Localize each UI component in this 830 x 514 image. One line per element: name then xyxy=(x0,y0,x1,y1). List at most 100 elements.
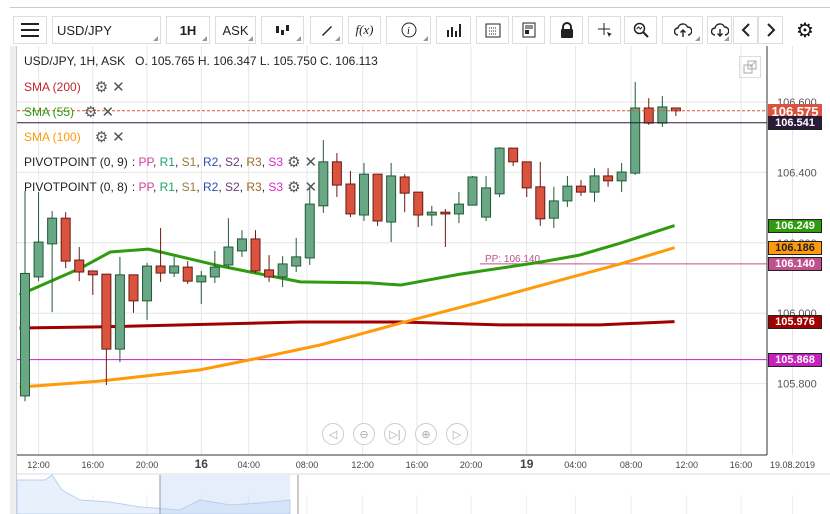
gear-icon[interactable]: ⚙ xyxy=(287,178,300,196)
candle-body xyxy=(196,275,207,283)
legend-sma100: SMA (100) ⚙ ✕ xyxy=(24,128,125,146)
candle-body xyxy=(399,176,410,194)
candle-body xyxy=(318,161,329,207)
pivot-item-s3: S3 xyxy=(268,155,284,169)
candle-body xyxy=(413,191,424,216)
gear-icon[interactable]: ⚙ xyxy=(84,103,97,121)
candle-body xyxy=(630,107,641,174)
time-tick-label: 19.08.2019 xyxy=(770,460,815,470)
candle-body xyxy=(169,265,180,274)
candle-body xyxy=(331,161,342,186)
time-tick-label: 12:00 xyxy=(27,460,50,470)
pivot-item-r1: R1 xyxy=(159,155,175,169)
pivot-item-r3: R3 xyxy=(246,180,262,194)
sma100-label: SMA (100) xyxy=(24,130,81,144)
sma55-label: SMA (55) xyxy=(24,105,75,119)
pivot-item-r1: R1 xyxy=(159,180,175,194)
candle-body xyxy=(87,270,98,276)
close-icon[interactable]: ✕ xyxy=(112,78,125,96)
candle-body xyxy=(386,175,397,223)
legend-symbol: USD/JPY, 1H, ASK xyxy=(24,54,126,68)
legend-pivot8: PIVOTPOINT (0, 8) : PP, R1, S1, R2, S2, … xyxy=(24,178,317,196)
price-tick-label: 106.400 xyxy=(777,167,817,179)
candle-body xyxy=(616,171,627,182)
zoom-out-button[interactable]: ⊖ xyxy=(353,423,375,445)
gear-icon[interactable]: ⚙ xyxy=(95,78,108,96)
legend-sma55: SMA (55) ⚙ ✕ xyxy=(24,103,114,121)
time-tick-label: 16:00 xyxy=(82,460,105,470)
candle-body xyxy=(426,211,437,216)
candle-body xyxy=(345,183,356,215)
candle-body xyxy=(209,266,220,278)
time-tick-label: 20:00 xyxy=(460,460,483,470)
candle-body xyxy=(74,259,85,273)
triangle-left-icon: ◁ xyxy=(328,428,338,441)
candle-body xyxy=(467,176,478,206)
candle-body xyxy=(603,175,614,182)
candle-body xyxy=(440,211,451,215)
zoom-out-icon: ⊖ xyxy=(359,428,369,441)
candle-body xyxy=(535,186,546,220)
time-tick-label: 20:00 xyxy=(136,460,159,470)
pivot-item-r3: R3 xyxy=(246,155,262,169)
candle-body xyxy=(508,147,519,163)
candle-body xyxy=(182,266,193,282)
time-tick-label: 04:00 xyxy=(564,460,587,470)
candle-body xyxy=(47,217,58,245)
pivot8-label: PIVOTPOINT (0, 8) xyxy=(24,180,128,194)
price-axis-label: 106.186 xyxy=(768,240,822,255)
time-tick-label: 16:00 xyxy=(730,460,753,470)
time-tick-label: 16 xyxy=(195,457,209,471)
time-tick-label: 16:00 xyxy=(406,460,429,470)
pan-left-button[interactable]: ◁ xyxy=(322,423,344,445)
price-axis-label: 106.541 xyxy=(768,115,822,130)
candle-body xyxy=(236,238,247,252)
pivot-item-s1: S1 xyxy=(181,180,197,194)
pivot-item-s2: S2 xyxy=(225,180,240,194)
candle-body xyxy=(589,175,600,193)
navigator-window xyxy=(160,475,290,514)
popout-button[interactable] xyxy=(739,56,761,78)
pivot-item-s2: S2 xyxy=(225,155,240,169)
pivot-item-pp: PP xyxy=(138,155,153,169)
zoom-in-button[interactable]: ⊕ xyxy=(415,423,437,445)
pivot-items: : PP, R1, S1, R2, S2, R3, S3 xyxy=(131,180,284,194)
pivot-item-s1: S1 xyxy=(181,155,197,169)
pan-right-button[interactable]: ▷ xyxy=(446,423,468,445)
close-icon[interactable]: ✕ xyxy=(305,153,318,171)
candle-body xyxy=(142,265,153,302)
price-tick-label: 105.800 xyxy=(777,379,817,391)
candle-body xyxy=(20,272,30,397)
legend-ohlc: O. 105.765 H. 106.347 L. 105.750 C. 106.… xyxy=(135,54,378,68)
close-icon[interactable]: ✕ xyxy=(305,178,318,196)
close-icon[interactable]: ✕ xyxy=(112,128,125,146)
candle-body xyxy=(548,200,559,219)
candle-body xyxy=(155,265,166,274)
gear-icon[interactable]: ⚙ xyxy=(95,128,108,146)
price-axis-label: 106.249 xyxy=(768,218,822,233)
legend-header: USD/JPY, 1H, ASK O. 105.765 H. 106.347 L.… xyxy=(24,54,378,68)
candle-body xyxy=(562,185,573,202)
candle-body xyxy=(657,106,668,124)
candle-body xyxy=(494,147,505,195)
zoom-in-icon: ⊕ xyxy=(421,428,431,441)
candle-body xyxy=(359,173,369,216)
candle-body xyxy=(264,269,275,278)
reset-button[interactable]: ▷| xyxy=(384,423,406,445)
candle-body xyxy=(521,161,532,189)
pivot-items: : PP, R1, S1, R2, S2, R3, S3 xyxy=(131,155,284,169)
time-tick-label: 08:00 xyxy=(296,460,319,470)
time-tick-label: 08:00 xyxy=(620,460,643,470)
pivot-item-s3: S3 xyxy=(268,180,284,194)
sma200-label: SMA (200) xyxy=(24,80,81,94)
time-tick-label: 12:00 xyxy=(351,460,374,470)
candle-body xyxy=(223,246,234,266)
gear-icon[interactable]: ⚙ xyxy=(287,153,300,171)
candle-body xyxy=(291,256,302,267)
close-icon[interactable]: ✕ xyxy=(101,103,114,121)
time-tick-label: 12:00 xyxy=(675,460,698,470)
candle-body xyxy=(372,173,383,222)
price-axis-label: 105.868 xyxy=(768,352,822,367)
skip-end-icon: ▷| xyxy=(389,428,401,441)
pivot9-label: PIVOTPOINT (0, 9) xyxy=(24,155,128,169)
